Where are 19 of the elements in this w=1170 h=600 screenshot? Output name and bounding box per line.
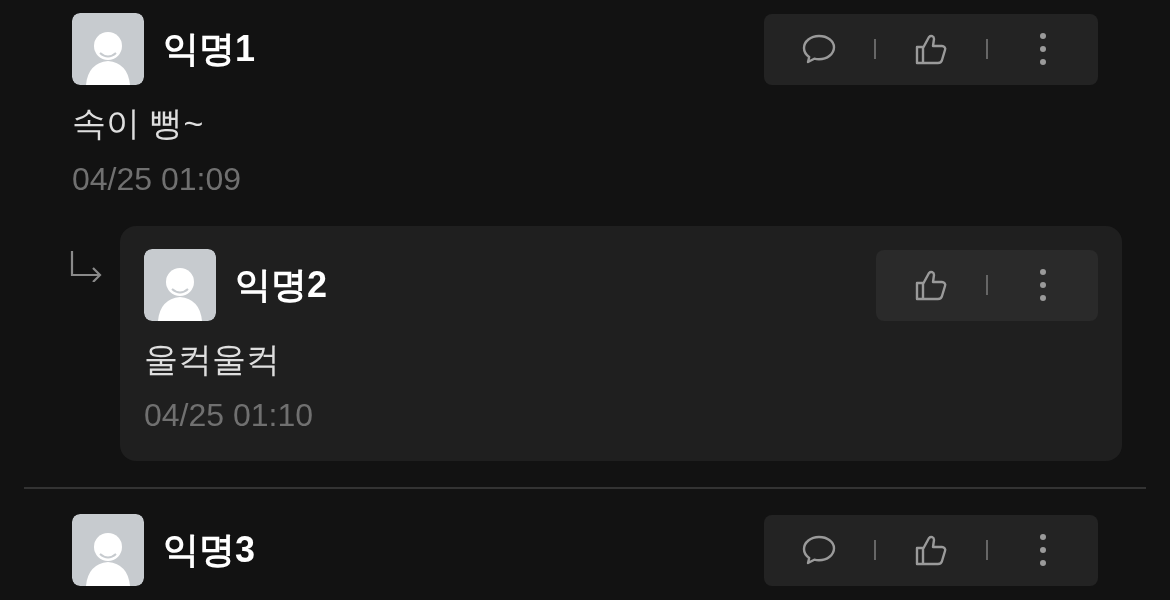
author-name: 익명2: [235, 263, 328, 307]
author-name: 익명1: [163, 27, 256, 71]
thumbs-up-icon[interactable]: [914, 268, 948, 302]
more-icon[interactable]: [1039, 32, 1047, 66]
avatar-icon: [72, 514, 144, 586]
comment-text: 속이 뻥~: [72, 103, 205, 143]
avatar-icon: [144, 249, 216, 321]
avatar-icon: [72, 13, 144, 85]
comment-time: 04/25 01:09: [72, 160, 243, 199]
thumbs-up-icon[interactable]: [914, 533, 948, 567]
comment-time: 04/25 01:10: [144, 396, 315, 435]
more-icon[interactable]: [1039, 268, 1047, 302]
comment-text: 울컥울컥: [144, 339, 281, 379]
thumbs-up-icon[interactable]: [914, 32, 948, 66]
more-icon[interactable]: [1039, 533, 1047, 567]
author-name: 익명3: [163, 528, 256, 572]
comment-icon[interactable]: [802, 535, 836, 565]
reply-arrow-icon: [70, 250, 104, 282]
comment-icon[interactable]: [802, 34, 836, 64]
